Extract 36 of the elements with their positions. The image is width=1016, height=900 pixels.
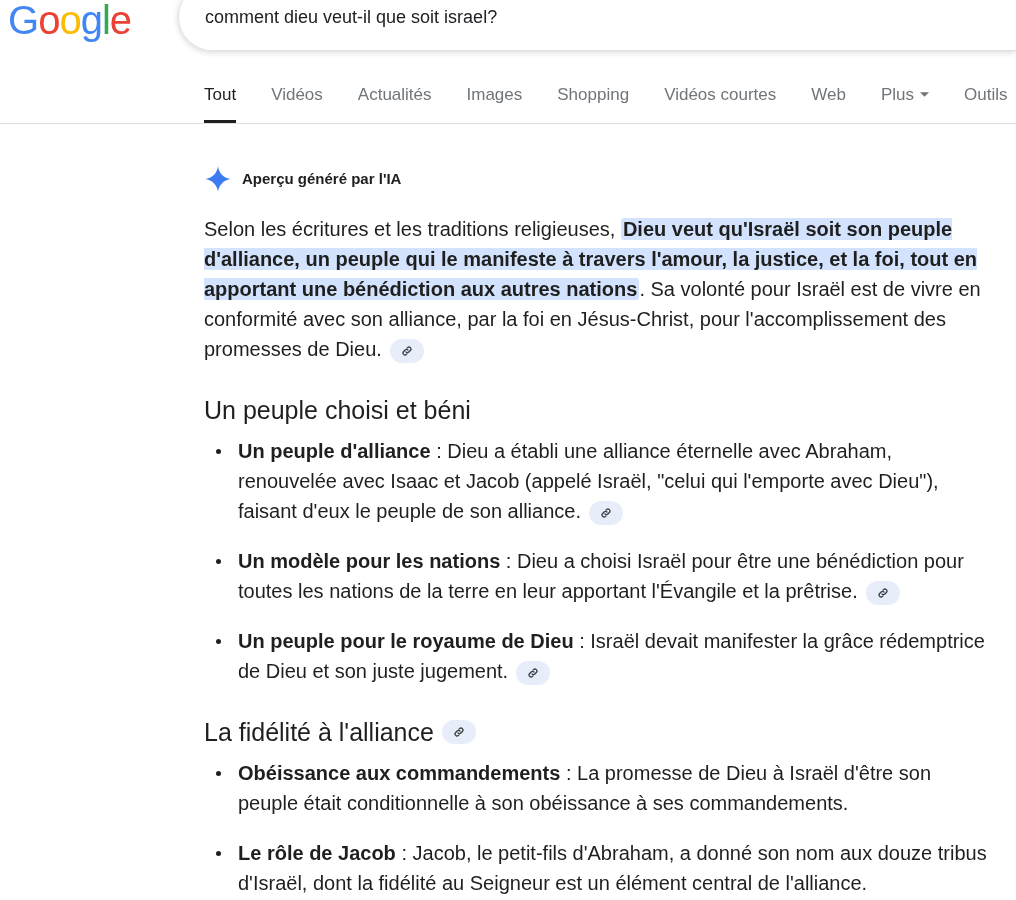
bullet-text: Un peuple d'alliance : Dieu a établi une alliance éternelle avec Abraham, renouvelée avec Isaac et Jacob (appelé Israël, "celui qui l'emporte avec Dieu"), faisant d'eux le peuple de son alliance. (238, 436, 988, 526)
ai-overview-title: Aperçu généré par l'IA (242, 168, 402, 189)
bullet-icon (216, 639, 221, 644)
sparkle-icon (204, 165, 232, 193)
link-icon (452, 726, 465, 738)
caret-icon (920, 92, 929, 97)
search-tab[interactable]: Actualités (357, 83, 432, 123)
link-chip[interactable] (441, 720, 476, 744)
bullet-text: Un peuple pour le royaume de Dieu : Israël devait manifester la grâce rédemptrice de Dieu et son juste jugement. (238, 626, 988, 686)
link-chip[interactable] (865, 580, 900, 605)
bullet-icon (216, 449, 221, 454)
search-tab[interactable]: Outils (964, 83, 1008, 123)
bullet-icon (216, 851, 221, 856)
link-icon (527, 666, 540, 679)
link-icon (876, 586, 889, 599)
search-tab[interactable]: Images (466, 83, 523, 123)
bullet-text: Obéissance aux commandements : La promesse de Dieu à Israël d'être son peuple était conditionnelle à son obéissance à ses commandements. (238, 761, 933, 816)
bullet-icon (216, 559, 221, 564)
search-tab[interactable]: Web (811, 83, 846, 123)
google-logo[interactable]: Google (8, 0, 168, 40)
search-tab[interactable]: Vidéos (271, 83, 323, 123)
bullet-text: Le rôle de Jacob : Jacob, le petit-fils d'Abraham, a donné son nom aux douze tribus d'Israël, dont la fidélité au Seigneur est un élément central de l'alliance. (238, 841, 988, 896)
search-tab[interactable]: Shopping (557, 83, 630, 123)
link-icon (400, 344, 413, 357)
section-heading: Un peuple choisi et béni (204, 395, 471, 426)
search-tab[interactable]: Plus (880, 83, 929, 123)
link-chip[interactable] (588, 500, 623, 525)
bullet-icon (216, 771, 221, 776)
section-heading: La fidélité à l'alliance (204, 717, 434, 748)
search-tab[interactable]: Tout (204, 83, 237, 123)
search-field[interactable]: comment dieu veut-il que soit israel? (178, 0, 1016, 51)
link-chip[interactable] (389, 338, 424, 363)
link-chip[interactable] (516, 660, 551, 685)
link-icon (599, 506, 612, 519)
search-tab[interactable]: Vidéos courtes (664, 83, 777, 123)
bullet-text: Un modèle pour les nations : Dieu a choisi Israël pour être une bénédiction pour toutes les nations de la terre en leur apportant l'Évangile et la prêtrise. (238, 546, 988, 606)
